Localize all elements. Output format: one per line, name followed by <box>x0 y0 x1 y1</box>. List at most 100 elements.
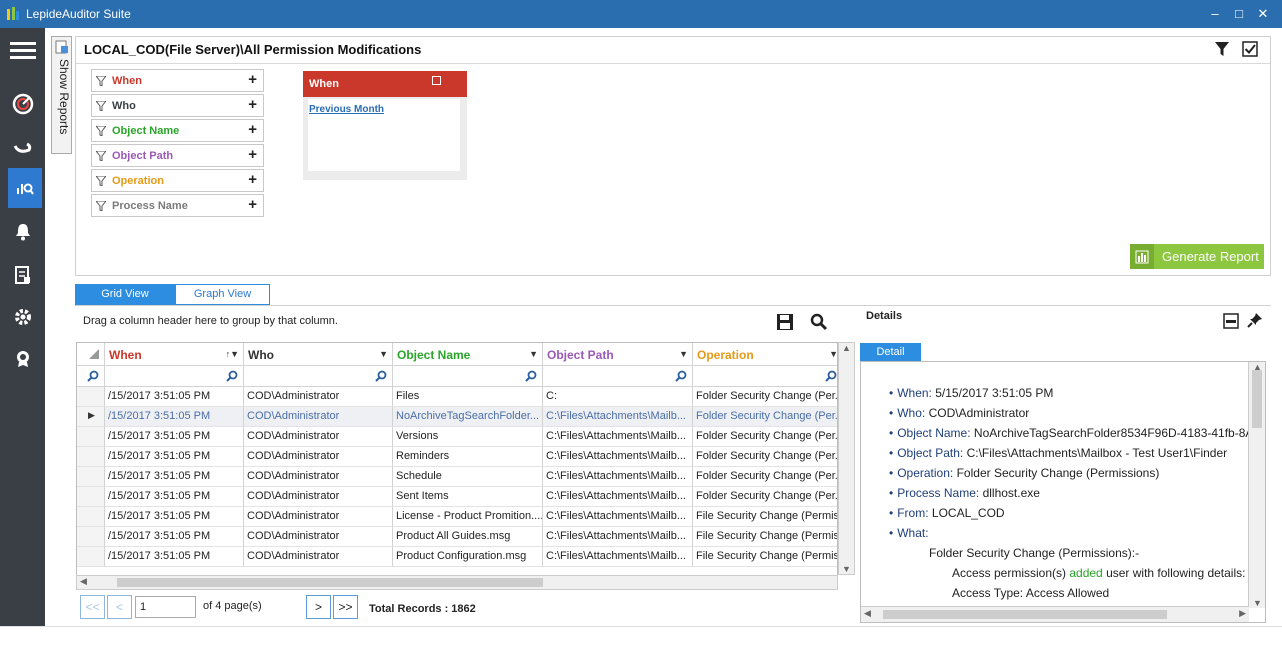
license-icon[interactable] <box>0 339 45 379</box>
table-cell[interactable]: Folder Security Change (Per... <box>693 407 837 427</box>
tab-graph-view[interactable]: Graph View <box>175 284 270 305</box>
prev-page-button[interactable]: < <box>107 595 132 619</box>
column-filter-icon[interactable]: ▼ <box>529 349 538 359</box>
table-cell[interactable]: /15/2017 3:51:05 PM <box>105 387 244 407</box>
filter-object-name[interactable]: Object Name + <box>91 119 264 142</box>
column-header-object-name[interactable]: Object Name ▼ <box>393 343 543 366</box>
table-cell[interactable]: NoArchiveTagSearchFolder... <box>393 407 543 427</box>
add-filter-button[interactable]: + <box>248 71 257 88</box>
row-indicator[interactable] <box>77 487 105 507</box>
table-cell[interactable]: COD\Administrator <box>244 467 393 487</box>
table-cell[interactable]: COD\Administrator <box>244 547 393 567</box>
table-cell[interactable]: File Security Change (Permis... <box>693 547 837 567</box>
add-filter-button[interactable]: + <box>248 196 257 213</box>
tab-detail[interactable]: Detail <box>860 343 921 361</box>
last-page-button[interactable]: >> <box>333 595 358 619</box>
column-filter-icon[interactable]: ▼ <box>679 349 688 359</box>
column-search-object-name[interactable] <box>393 366 543 387</box>
alerts-icon[interactable] <box>0 212 45 252</box>
table-cell[interactable]: C:\Files\Attachments\Mailb... <box>543 447 693 467</box>
column-search-when[interactable] <box>105 366 244 387</box>
report-doc-icon[interactable] <box>0 255 45 295</box>
table-cell[interactable]: Product All Guides.msg <box>393 527 543 547</box>
row-indicator[interactable] <box>77 527 105 547</box>
table-cell[interactable]: /15/2017 3:51:05 PM <box>105 407 244 427</box>
column-search-operation[interactable] <box>693 366 837 387</box>
table-cell[interactable]: /15/2017 3:51:05 PM <box>105 447 244 467</box>
table-cell[interactable]: /15/2017 3:51:05 PM <box>105 487 244 507</box>
table-cell[interactable]: COD\Administrator <box>244 487 393 507</box>
table-cell[interactable]: C:\Files\Attachments\Mailb... <box>543 427 693 447</box>
column-filter-icon[interactable]: ▼ <box>829 349 837 359</box>
grid-horizontal-scrollbar[interactable]: ◀ <box>76 575 838 590</box>
table-cell[interactable]: Files <box>393 387 543 407</box>
table-cell[interactable]: /15/2017 3:51:05 PM <box>105 507 244 527</box>
table-cell[interactable]: License - Product Promition.... <box>393 507 543 527</box>
filter-who[interactable]: Who + <box>91 94 264 117</box>
dashboard-icon[interactable] <box>0 84 45 124</box>
column-header-when[interactable]: When ↑▼ <box>105 343 244 366</box>
minimize-button[interactable]: ‒ <box>1204 4 1226 24</box>
table-cell[interactable]: COD\Administrator <box>244 447 393 467</box>
column-search-object-path[interactable] <box>543 366 693 387</box>
table-cell[interactable]: Product Configuration.msg <box>393 547 543 567</box>
audit-reports-icon[interactable] <box>8 168 42 208</box>
add-filter-button[interactable]: + <box>248 96 257 113</box>
table-cell[interactable]: /15/2017 3:51:05 PM <box>105 467 244 487</box>
add-filter-button[interactable]: + <box>248 121 257 138</box>
show-reports-tab[interactable]: Show Reports <box>51 36 72 154</box>
add-filter-button[interactable]: + <box>248 146 257 163</box>
column-header-who[interactable]: Who ▼ <box>244 343 393 366</box>
generate-report-button[interactable]: Generate Report <box>1130 244 1264 269</box>
row-indicator[interactable] <box>77 547 105 567</box>
table-cell[interactable]: C:\Files\Attachments\Mailb... <box>543 507 693 527</box>
table-cell[interactable]: Schedule <box>393 467 543 487</box>
detail-horizontal-scrollbar[interactable]: ◀ ▶ <box>861 606 1249 622</box>
add-filter-button[interactable]: + <box>248 171 257 188</box>
checkbox-icon[interactable] <box>1242 41 1258 57</box>
previous-month-link[interactable]: Previous Month <box>309 104 384 115</box>
row-indicator[interactable] <box>77 467 105 487</box>
table-cell[interactable]: Sent Items <box>393 487 543 507</box>
next-page-button[interactable]: > <box>306 595 331 619</box>
filter-when[interactable]: When + <box>91 69 264 92</box>
table-cell[interactable]: /15/2017 3:51:05 PM <box>105 427 244 447</box>
grid-vertical-scrollbar[interactable]: ▲ ▼ <box>838 342 855 575</box>
table-cell[interactable]: Folder Security Change (Per... <box>693 467 837 487</box>
sort-filter-icon[interactable]: ↑▼ <box>226 349 239 359</box>
table-cell[interactable]: Folder Security Change (Per... <box>693 487 837 507</box>
first-page-button[interactable]: << <box>80 595 105 619</box>
filter-process-name[interactable]: Process Name + <box>91 194 264 217</box>
table-cell[interactable]: File Security Change (Permis... <box>693 527 837 547</box>
table-cell[interactable]: COD\Administrator <box>244 407 393 427</box>
table-cell[interactable]: /15/2017 3:51:05 PM <box>105 547 244 567</box>
table-cell[interactable]: C:\Files\Attachments\Mailb... <box>543 547 693 567</box>
table-cell[interactable]: File Security Change (Permis... <box>693 507 837 527</box>
page-number-input[interactable]: 1 <box>135 596 196 618</box>
minimize-panel-icon[interactable] <box>1223 313 1239 329</box>
radar-icon[interactable] <box>0 128 45 168</box>
row-indicator[interactable] <box>77 447 105 467</box>
table-cell[interactable]: C:\Files\Attachments\Mailb... <box>543 487 693 507</box>
table-cell[interactable]: COD\Administrator <box>244 527 393 547</box>
row-indicator[interactable] <box>77 507 105 527</box>
table-cell[interactable]: COD\Administrator <box>244 507 393 527</box>
table-cell[interactable]: C:\Files\Attachments\Mailb... <box>543 407 693 427</box>
close-button[interactable]: ✕ <box>1252 4 1274 24</box>
table-cell[interactable]: Reminders <box>393 447 543 467</box>
table-cell[interactable]: Folder Security Change (Per... <box>693 447 837 467</box>
filter-operation[interactable]: Operation + <box>91 169 264 192</box>
table-cell[interactable]: C:\Files\Attachments\Mailb... <box>543 467 693 487</box>
row-indicator[interactable]: ▶ <box>77 407 105 427</box>
table-cell[interactable]: Folder Security Change (Per... <box>693 387 837 407</box>
save-icon[interactable] <box>776 313 794 331</box>
filter-object-path[interactable]: Object Path + <box>91 144 264 167</box>
table-cell[interactable]: Folder Security Change (Per... <box>693 427 837 447</box>
table-cell[interactable]: COD\Administrator <box>244 387 393 407</box>
filter-icon[interactable] <box>1214 41 1230 57</box>
settings-icon[interactable] <box>0 297 45 337</box>
close-card-icon[interactable] <box>432 76 441 85</box>
table-cell[interactable]: C: <box>543 387 693 407</box>
table-cell[interactable]: COD\Administrator <box>244 427 393 447</box>
table-cell[interactable]: /15/2017 3:51:05 PM <box>105 527 244 547</box>
